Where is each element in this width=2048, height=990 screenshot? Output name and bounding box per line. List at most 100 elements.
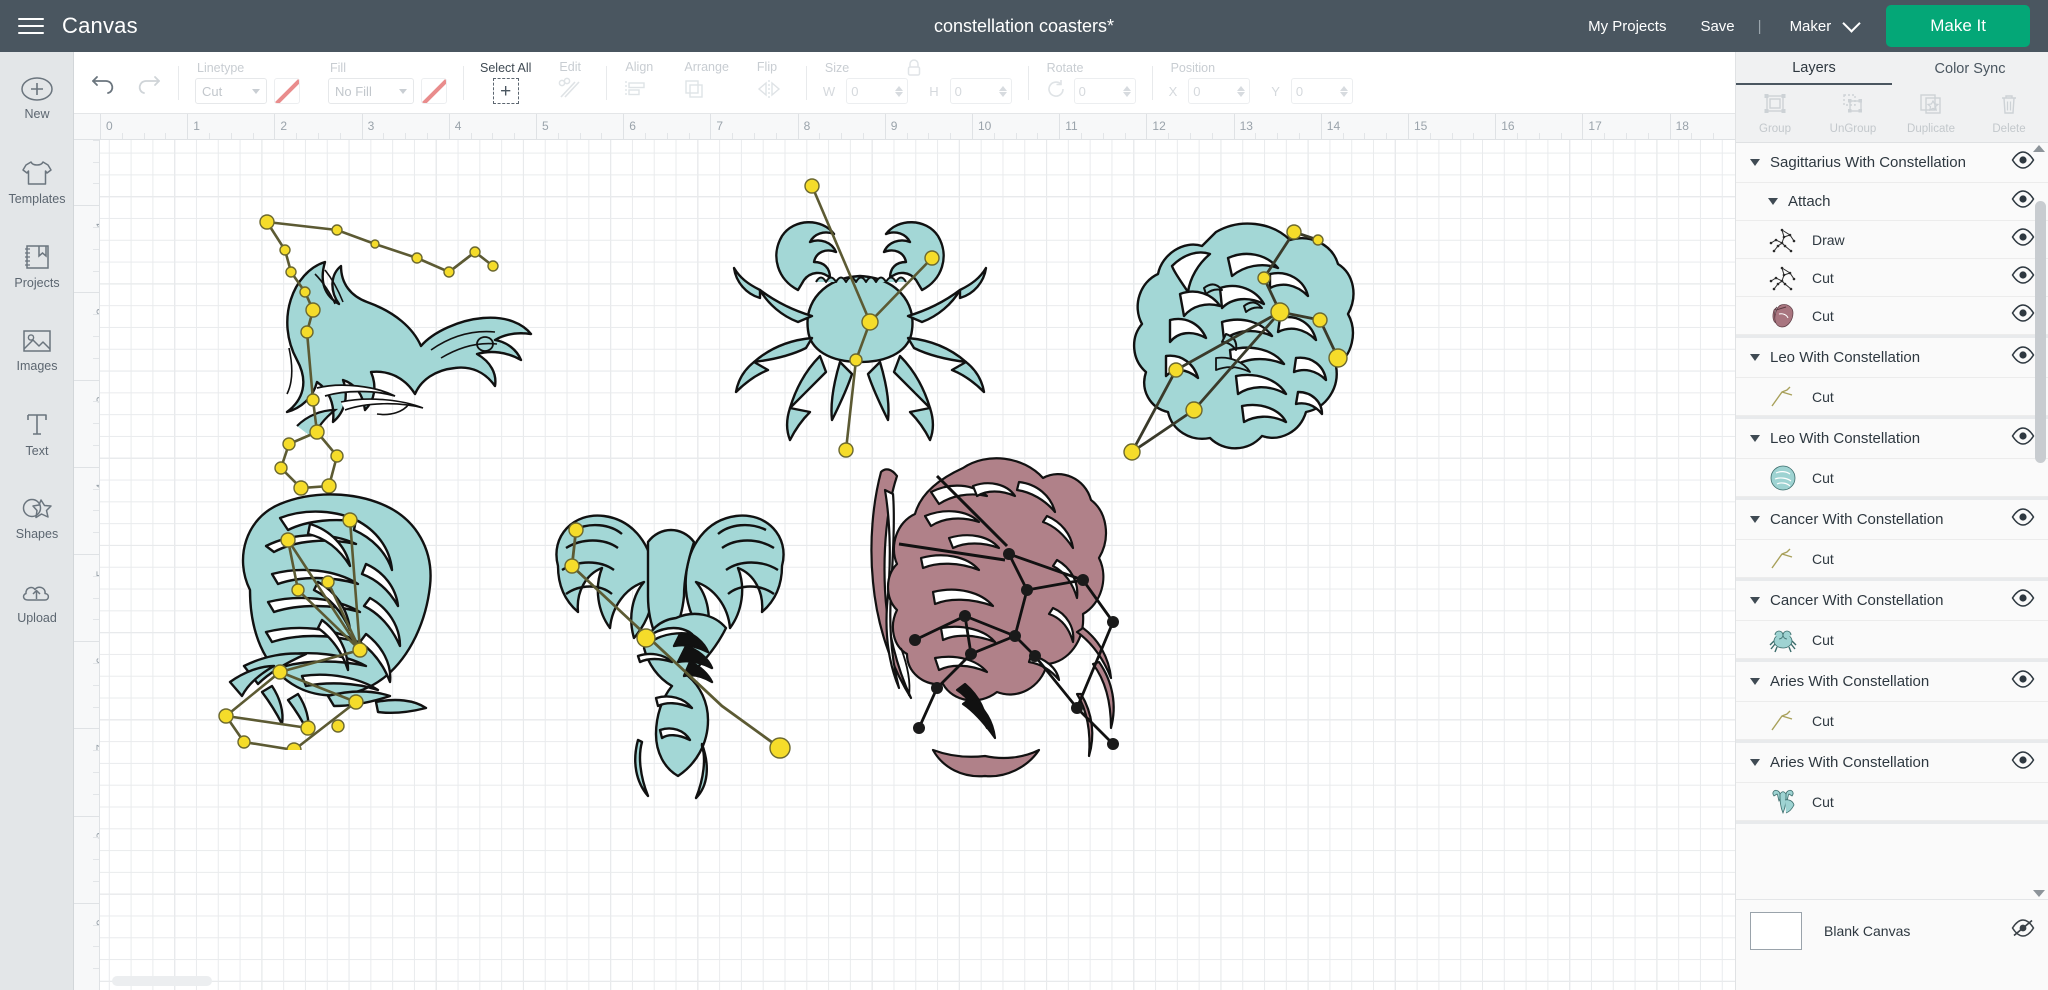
horizontal-scroll-thumb[interactable] [112,976,212,986]
eye-visible-icon[interactable] [2011,228,2035,251]
linetype-select[interactable]: Cut [195,78,267,104]
caret-down-icon[interactable] [1750,678,1760,685]
rail-item-projects[interactable]: Projects [0,224,74,308]
arrange-group[interactable]: Arrange [682,52,729,114]
layer-item[interactable]: Cut [1736,702,2048,740]
rail-item-new[interactable]: New [0,56,74,140]
position-x-stepper[interactable] [1237,85,1246,97]
design-cancer-crab-2[interactable] [210,470,500,750]
eye-visible-icon[interactable] [2011,508,2035,531]
layer-group-header[interactable]: Sagittarius With Constellation [1736,143,2048,183]
undo-icon[interactable] [90,74,118,103]
position-x-input[interactable]: 0 [1188,78,1251,104]
linetype-color-swatch[interactable] [274,78,300,104]
rotate-stepper[interactable] [1122,85,1131,97]
caret-down-icon[interactable] [1768,198,1778,205]
rail-item-templates[interactable]: Templates [0,140,74,224]
rail-item-images[interactable]: Images [0,308,74,392]
vertical-scrollbar[interactable] [1718,140,1735,990]
width-stepper[interactable] [895,85,904,97]
hamburger-menu-icon[interactable] [0,0,62,52]
layers-scrollbar[interactable] [2033,145,2046,897]
width-input[interactable]: 0 [846,78,909,104]
select-all-button[interactable]: Select All + [480,52,531,114]
layer-group-header[interactable]: Cancer With Constellation [1736,581,2048,621]
position-y-stepper[interactable] [1339,85,1348,97]
ungroup-button[interactable]: UnGroup [1814,85,1892,142]
caret-down-icon[interactable] [1750,354,1760,361]
rail-item-text[interactable]: Text [0,392,74,476]
height-input[interactable]: 0 [949,78,1012,104]
height-stepper[interactable] [998,85,1007,97]
layer-item[interactable]: Cut [1736,459,2048,497]
layer-item[interactable]: Cut [1736,259,2048,297]
ruler-minor-tick [514,133,516,139]
fill-select[interactable]: No Fill [328,78,414,104]
machine-selector[interactable]: Maker [1768,18,1840,35]
layer-item[interactable]: Cut [1736,378,2048,416]
eye-visible-icon[interactable] [2011,589,2035,612]
eye-visible-icon[interactable] [2011,427,2035,450]
layer-item[interactable]: Cut [1736,783,2048,821]
caret-down-icon[interactable] [1750,435,1760,442]
edit-group[interactable]: Edit [557,52,590,114]
layer-group-header[interactable]: Aries With Constellation [1736,662,2048,702]
eye-visible-icon[interactable] [2011,751,2035,774]
layers-list[interactable]: Sagittarius With Constellation Attach Draw… [1736,143,2048,899]
eye-visible-icon[interactable] [2011,304,2035,327]
redo-icon[interactable] [134,74,162,103]
layer-group-header[interactable]: Leo With Constellation [1736,419,2048,459]
layer-group-header[interactable]: Cancer With Constellation [1736,500,2048,540]
fill-color-swatch[interactable] [421,78,447,104]
align-group[interactable]: Align [623,52,656,114]
scroll-up-arrow-icon[interactable] [2033,145,2045,152]
layer-item[interactable]: Draw [1736,221,2048,259]
caret-down-icon[interactable] [1750,759,1760,766]
rail-item-upload[interactable]: Upload [0,560,74,644]
design-cancer-crab[interactable] [720,170,1000,460]
eye-visible-icon[interactable] [2011,190,2035,213]
flip-group[interactable]: Flip [755,52,790,114]
position-y-input[interactable]: 0 [1290,78,1353,104]
design-pisces-fish[interactable] [245,200,535,510]
eye-visible-icon[interactable] [2011,346,2035,369]
caret-down-icon[interactable] [1750,159,1760,166]
attach-group-header[interactable]: Attach [1736,183,2048,221]
rotate-input[interactable]: 0 [1073,78,1136,104]
ruler-minor-tick [1102,133,1104,139]
layer-group-header[interactable]: Aries With Constellation [1736,743,2048,783]
design-leo-lion[interactable] [1120,210,1370,480]
chevron-down-icon[interactable] [1842,13,1861,33]
layers-scroll-thumb[interactable] [2035,201,2046,463]
layer-item[interactable]: Cut [1736,621,2048,659]
layer-group-header[interactable]: Leo With Constellation [1736,338,2048,378]
design-aries-ram[interactable] [530,500,810,800]
duplicate-button[interactable]: Duplicate [1892,85,1970,142]
vertical-ruler[interactable]: 0123456789 [74,140,100,990]
caret-down-icon[interactable] [1750,597,1760,604]
horizontal-scrollbar[interactable] [100,972,1735,990]
eye-visible-icon[interactable] [2011,266,2035,289]
rotate-icon[interactable] [1045,78,1067,105]
horizontal-ruler[interactable]: 0 1 2 3 4 5 6 7 8 9 10 11 12 13 14 15 16 17 18 [74,114,1735,140]
delete-button[interactable]: Delete [1970,85,2048,142]
caret-down-icon[interactable] [1750,516,1760,523]
rail-item-shapes[interactable]: Shapes [0,476,74,560]
make-it-button[interactable]: Make It [1886,5,2030,47]
scroll-down-arrow-icon[interactable] [2033,890,2045,897]
eye-hidden-icon[interactable] [2011,919,2035,942]
save-button[interactable]: Save [1683,18,1751,35]
tab-layers[interactable]: Layers [1736,52,1892,85]
design-canvas[interactable] [100,140,1735,990]
blank-canvas-row[interactable]: Blank Canvas [1736,899,2048,961]
my-projects-link[interactable]: My Projects [1571,18,1683,35]
group-button[interactable]: Group [1736,85,1814,142]
linetype-group: Linetype Cut [195,52,300,114]
eye-visible-icon[interactable] [2011,670,2035,693]
layer-item[interactable]: Cut [1736,540,2048,578]
tab-color-sync[interactable]: Color Sync [1892,52,2048,85]
design-sagittarius[interactable] [845,450,1145,800]
eye-visible-icon[interactable] [2011,151,2035,174]
aspect-lock-icon[interactable] [905,58,923,83]
layer-item[interactable]: Cut [1736,297,2048,335]
